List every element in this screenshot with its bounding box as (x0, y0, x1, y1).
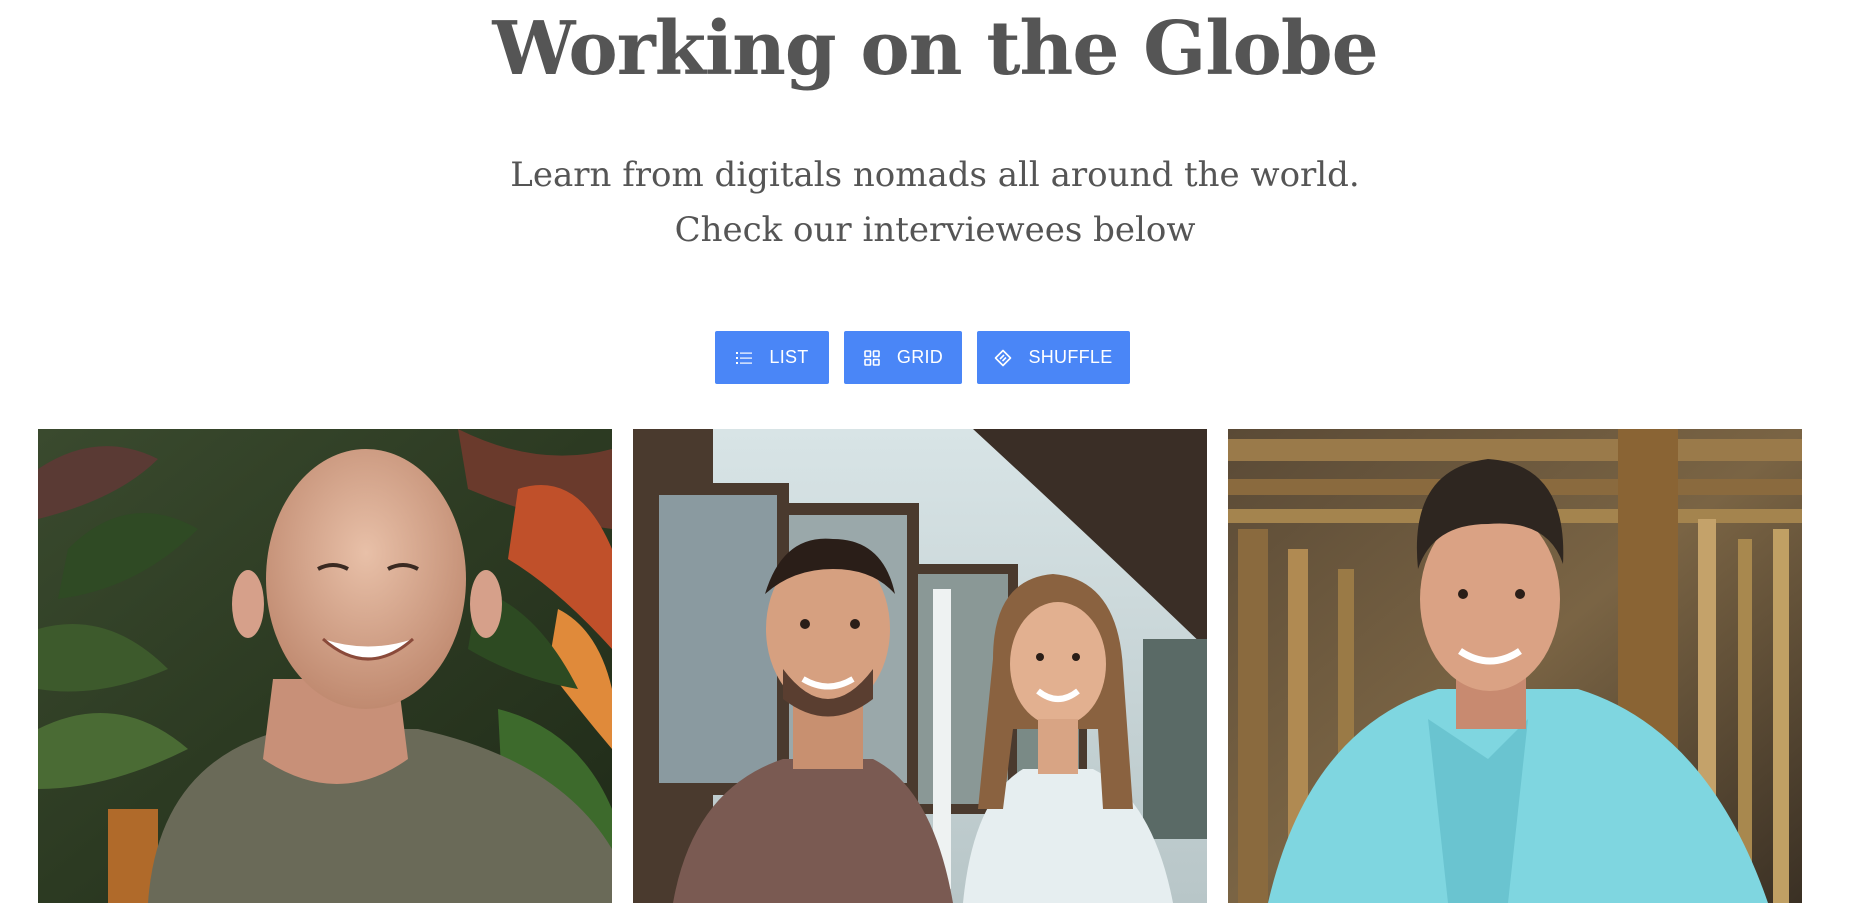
shuffle-icon (994, 349, 1012, 367)
page-title: Working on the Globe (492, 6, 1378, 92)
list-view-button[interactable]: LIST (715, 331, 829, 384)
grid-icon (863, 349, 881, 367)
view-controls: LIST GRID SHUFFLE (715, 331, 1130, 384)
shuffle-button-label: SHUFFLE (1028, 347, 1113, 367)
subtitle-line-2: Check our interviewees below (674, 210, 1196, 250)
grid-view-button[interactable]: GRID (844, 331, 962, 384)
interviewee-card[interactable] (1228, 429, 1802, 903)
page: Working on the Globe Learn from digitals… (0, 0, 1853, 903)
shuffle-button[interactable]: SHUFFLE (977, 331, 1130, 384)
interviewee-photo (633, 429, 1207, 903)
grid-button-label: GRID (896, 347, 944, 367)
page-subtitle: Learn from digitals nomads all around th… (0, 148, 1853, 258)
list-icon (735, 349, 753, 367)
interviewee-photo (1228, 429, 1802, 903)
interviewee-card[interactable] (633, 429, 1207, 903)
subtitle-line-1: Learn from digitals nomads all around th… (510, 155, 1360, 195)
interviewee-photo (38, 429, 612, 903)
list-button-label: LIST (769, 347, 809, 367)
interviewee-card[interactable] (38, 429, 612, 903)
